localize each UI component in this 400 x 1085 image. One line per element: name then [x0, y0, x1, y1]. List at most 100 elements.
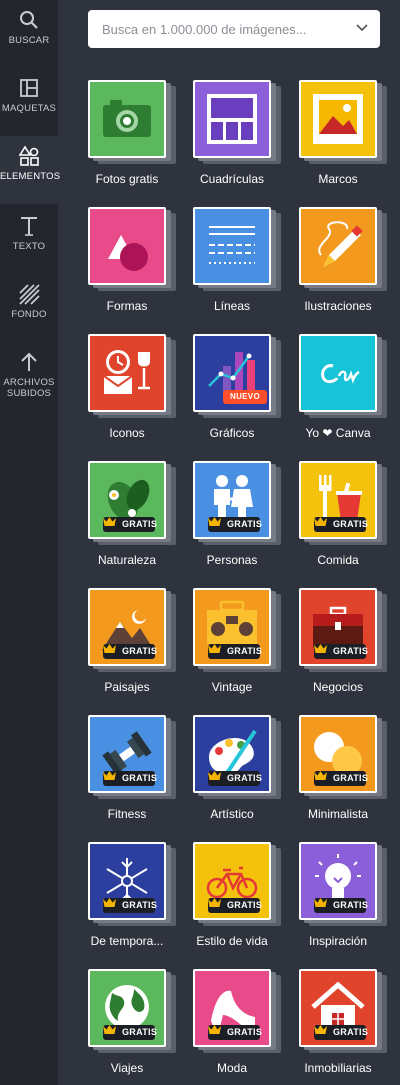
- shapes-icon: [108, 235, 148, 271]
- search-input[interactable]: [88, 10, 338, 48]
- crown-icon: [103, 898, 116, 907]
- category-label: Naturaleza: [97, 553, 157, 567]
- crown-icon: [103, 771, 116, 780]
- category-tile-vintage[interactable]: GRATIS Vintage: [193, 588, 283, 698]
- chevron-down-icon[interactable]: [356, 24, 368, 32]
- category-tile-fotos-gratis[interactable]: Fotos gratis: [88, 80, 178, 190]
- category-thumbnail[interactable]: [193, 207, 271, 285]
- category-thumbnail[interactable]: GRATIS: [88, 461, 166, 539]
- category-thumbnail[interactable]: GRATIS: [299, 588, 377, 666]
- category-thumbnail[interactable]: GRATIS: [299, 842, 377, 920]
- sidebar-item-fondo[interactable]: FONDO: [0, 274, 58, 342]
- search-bar[interactable]: [88, 10, 380, 48]
- category-thumbnail[interactable]: GRATIS: [88, 969, 166, 1047]
- sidebar-item-archivos-subidos[interactable]: ARCHIVOS SUBIDOS: [0, 342, 58, 418]
- crown-icon: [314, 1025, 327, 1034]
- category-thumbnail[interactable]: [88, 334, 166, 412]
- sidebar-item-buscar[interactable]: BUSCAR: [0, 0, 58, 68]
- frame-icon: [313, 94, 363, 144]
- category-tile-estilo-de-vida[interactable]: GRATIS Estilo de vida: [193, 842, 283, 952]
- free-badge: GRATIS: [103, 517, 157, 532]
- category-tile-cuadriculas[interactable]: Cuadrículas: [193, 80, 283, 190]
- category-tile-fitness[interactable]: GRATIS Fitness: [88, 715, 178, 825]
- crown-icon: [103, 1025, 116, 1034]
- sidebar-item-elementos[interactable]: ELEMENTOS: [0, 136, 60, 204]
- canva-logo-icon: [321, 364, 360, 384]
- background-icon: [19, 284, 40, 305]
- category-tile-viajes[interactable]: GRATIS Viajes: [88, 969, 178, 1079]
- category-thumbnail[interactable]: GRATIS: [193, 715, 271, 793]
- crown-icon: [208, 898, 221, 907]
- category-thumbnail[interactable]: GRATIS: [299, 715, 377, 793]
- free-badge: GRATIS: [208, 771, 262, 786]
- free-badge: GRATIS: [314, 898, 368, 913]
- category-thumbnail[interactable]: [88, 80, 166, 158]
- crown-icon: [208, 517, 221, 526]
- category-label: Ilustraciones: [304, 299, 372, 313]
- category-label: Iconos: [109, 426, 145, 440]
- category-label: Negocios: [312, 680, 364, 694]
- category-tile-de-tempora[interactable]: GRATIS De tempora...: [88, 842, 178, 952]
- shapes-icon: [18, 145, 39, 166]
- category-thumbnail[interactable]: NUEVO: [193, 334, 271, 412]
- category-thumbnail[interactable]: [299, 334, 377, 412]
- category-thumbnail[interactable]: GRATIS: [193, 969, 271, 1047]
- crown-icon: [208, 644, 221, 653]
- crown-icon: [103, 517, 116, 526]
- category-label: Formas: [106, 299, 148, 313]
- category-thumbnail[interactable]: GRATIS: [193, 461, 271, 539]
- category-tile-comida[interactable]: GRATIS Comida: [299, 461, 389, 571]
- category-label: Minimalista: [307, 807, 368, 821]
- category-label: Fotos gratis: [95, 172, 159, 186]
- category-tile-ilustraciones[interactable]: Ilustraciones: [299, 207, 389, 317]
- category-thumbnail[interactable]: [299, 207, 377, 285]
- category-thumbnail[interactable]: GRATIS: [88, 715, 166, 793]
- free-badge: GRATIS: [208, 644, 262, 659]
- category-tile-paisajes[interactable]: GRATIS Paisajes: [88, 588, 178, 698]
- category-tile-yo-canva[interactable]: Yo ❤ Canva: [299, 334, 389, 444]
- category-tile-inspiracion[interactable]: GRATIS Inspiración: [299, 842, 389, 952]
- sidebar: BUSCAR MAQUETAS ELEMENTOS TEXTO FONDO ARCHIVO…: [0, 0, 60, 1085]
- free-badge: GRATIS: [103, 898, 157, 913]
- category-thumbnail[interactable]: GRATIS: [299, 969, 377, 1047]
- category-thumbnail[interactable]: GRATIS: [193, 842, 271, 920]
- category-label: De tempora...: [90, 934, 164, 948]
- category-thumbnail[interactable]: GRATIS: [299, 461, 377, 539]
- category-tile-personas[interactable]: GRATIS Personas: [193, 461, 283, 571]
- crown-icon: [314, 898, 327, 907]
- category-tile-graficos[interactable]: NUEVO Gráficos: [193, 334, 283, 444]
- category-tile-moda[interactable]: GRATIS Moda: [193, 969, 283, 1079]
- category-tile-artistico[interactable]: GRATIS Artístico: [193, 715, 283, 825]
- category-tile-iconos[interactable]: Iconos: [88, 334, 178, 444]
- category-tile-minimalista[interactable]: GRATIS Minimalista: [299, 715, 389, 825]
- category-tile-inmobiliarias[interactable]: GRATIS Inmobiliarias: [299, 969, 389, 1079]
- category-tile-naturaleza[interactable]: GRATIS Naturaleza: [88, 461, 178, 571]
- free-badge: GRATIS: [314, 1025, 368, 1040]
- free-badge: GRATIS: [103, 771, 157, 786]
- free-badge: GRATIS: [314, 644, 368, 659]
- category-tile-lineas[interactable]: Líneas: [193, 207, 283, 317]
- category-thumbnail[interactable]: GRATIS: [88, 842, 166, 920]
- category-label: Viajes: [110, 1061, 144, 1075]
- category-thumbnail[interactable]: [299, 80, 377, 158]
- lines-icon: [209, 226, 255, 264]
- category-thumbnail[interactable]: GRATIS: [88, 588, 166, 666]
- sidebar-item-label: BUSCAR: [8, 35, 50, 46]
- category-label: Fitness: [107, 807, 147, 821]
- sidebar-item-texto[interactable]: TEXTO: [0, 206, 58, 274]
- category-thumbnail[interactable]: [193, 80, 271, 158]
- category-tile-formas[interactable]: Formas: [88, 207, 178, 317]
- sidebar-item-label: TEXTO: [12, 241, 46, 252]
- category-tile-negocios[interactable]: GRATIS Negocios: [299, 588, 389, 698]
- crown-icon: [314, 517, 327, 526]
- category-tile-marcos[interactable]: Marcos: [299, 80, 389, 190]
- category-label: Inspiración: [308, 934, 368, 948]
- category-label: Paisajes: [104, 680, 150, 694]
- sidebar-item-label: FONDO: [11, 309, 47, 320]
- category-label: Vintage: [211, 680, 253, 694]
- category-thumbnail[interactable]: GRATIS: [193, 588, 271, 666]
- sidebar-item-maquetas[interactable]: MAQUETAS: [0, 68, 58, 136]
- category-thumbnail[interactable]: [88, 207, 166, 285]
- category-label: Cuadrículas: [199, 172, 265, 186]
- crown-icon: [314, 771, 327, 780]
